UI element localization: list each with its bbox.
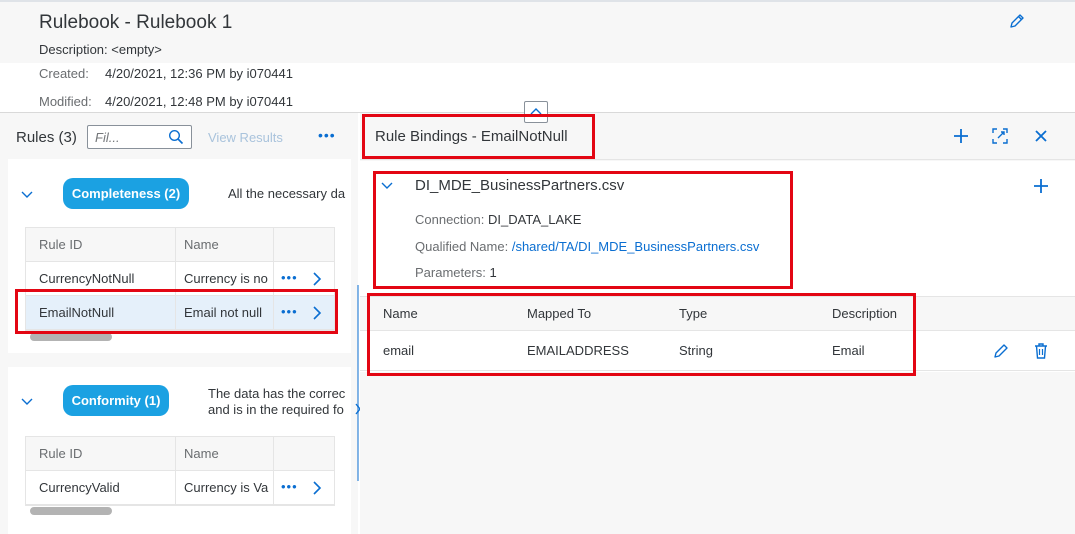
rule-bindings-title: Rule Bindings - EmailNotNull (375, 128, 568, 145)
rule-bindings-panel: Rule Bindings - EmailNotNull DI_MDE_Busi… (360, 113, 1075, 534)
table-row[interactable]: CurrencyValid Currency is Va ••• (26, 471, 334, 505)
category-badge-conformity[interactable]: Conformity (1) (63, 385, 169, 416)
search-icon[interactable] (168, 129, 184, 145)
rule-id-cell: CurrencyNotNull (39, 271, 135, 286)
column-header-mapped-to: Mapped To (527, 306, 592, 321)
column-header-name: Name (383, 306, 418, 321)
table-row-selected[interactable]: EmailNotNull Email not null ••• (26, 296, 334, 330)
chevron-down-icon[interactable] (380, 178, 394, 192)
filter-input[interactable] (95, 129, 163, 145)
category-description-line: The data has the correc (208, 386, 346, 401)
page-title: Rulebook - Rulebook 1 (39, 12, 233, 33)
rule-name-cell: Currency is Va (184, 480, 269, 495)
splitter-bar[interactable] (357, 285, 359, 481)
rules-toolbar: Rules (3) View Results ••• (0, 113, 351, 159)
parameter-mapping-table: Name Mapped To Type Description email EM… (360, 296, 1075, 372)
type-cell: String (679, 343, 713, 358)
created-label: Created: (39, 66, 89, 81)
plus-icon[interactable] (1032, 177, 1050, 195)
column-divider (175, 228, 176, 262)
modified-label: Modified: (39, 94, 92, 109)
category-description: The data has the correc and is in the re… (208, 386, 345, 418)
connection-label: Connection: (415, 212, 485, 227)
rules-panel: Rules (3) View Results ••• Completeness … (0, 113, 351, 534)
view-results-button[interactable]: View Results (208, 130, 283, 145)
binding-file-name: DI_MDE_BusinessPartners.csv (415, 177, 625, 194)
table-header-row: Name Mapped To Type Description (360, 296, 1075, 331)
chevron-down-icon[interactable] (19, 393, 35, 409)
column-divider (273, 471, 274, 505)
rulebook-description: Description: <empty> (39, 42, 162, 57)
horizontal-scrollbar[interactable] (30, 507, 112, 515)
rule-id-cell: EmailNotNull (39, 305, 115, 320)
column-divider (273, 437, 274, 471)
column-divider (175, 262, 176, 296)
column-divider (915, 297, 916, 331)
column-divider (175, 471, 176, 505)
row-more-button[interactable]: ••• (281, 262, 298, 296)
table-header-row: Rule ID Name (26, 228, 334, 262)
column-divider (273, 228, 274, 262)
rule-bindings-toolbar: Rule Bindings - EmailNotNull (360, 113, 1075, 160)
rules-table: Rule ID Name CurrencyValid Currency is V… (25, 436, 335, 506)
column-header-rule-id: Rule ID (39, 446, 83, 461)
pencil-icon[interactable] (992, 342, 1010, 360)
qualified-name-property: Qualified Name: /shared/TA/DI_MDE_Busine… (415, 239, 759, 254)
row-more-button[interactable]: ••• (281, 471, 298, 505)
table-row[interactable]: CurrencyNotNull Currency is no ••• (26, 262, 334, 296)
category-badge-completeness[interactable]: Completeness (2) (63, 178, 189, 209)
qualified-name-link[interactable]: /shared/TA/DI_MDE_BusinessPartners.csv (512, 239, 760, 254)
collapse-header-button[interactable] (524, 101, 548, 123)
modified-value: 4/20/2021, 12:48 PM by i070441 (105, 94, 293, 109)
column-divider (175, 296, 176, 330)
category-description-line: and is in the required fo (208, 402, 344, 417)
chevron-up-icon (530, 108, 542, 115)
column-header-name: Name (184, 446, 219, 461)
column-divider (273, 262, 274, 296)
parameters-property: Parameters: 1 (415, 265, 497, 280)
chevron-right-icon[interactable] (310, 480, 324, 496)
parameter-name-cell: email (383, 343, 415, 358)
column-header-name: Name (184, 237, 219, 252)
rules-title: Rules (3) (16, 129, 77, 146)
chevron-right-icon[interactable] (310, 271, 324, 287)
more-options-button[interactable]: ••• (318, 127, 336, 143)
table-header-row: Rule ID Name (26, 437, 334, 471)
modified-row: Modified: 4/20/2021, 12:48 PM by i070441 (39, 94, 293, 109)
pencil-icon[interactable] (1008, 12, 1026, 30)
plus-icon[interactable] (952, 127, 970, 145)
filter-field[interactable] (87, 125, 192, 149)
created-value: 4/20/2021, 12:36 PM by i070441 (105, 66, 293, 81)
column-header-type: Type (679, 306, 708, 321)
connection-property: Connection: DI_DATA_LAKE (415, 212, 581, 227)
column-header-description: Description (832, 306, 898, 321)
category-card-conformity: Conformity (1) The data has the correc a… (8, 367, 351, 534)
table-row[interactable]: email EMAILADDRESS String Email (360, 331, 1075, 371)
chevron-right-icon[interactable] (310, 305, 324, 321)
close-icon[interactable] (1032, 127, 1050, 145)
column-divider (175, 437, 176, 471)
mapped-to-cell: EMAILADDRESS (527, 343, 629, 358)
created-row: Created: 4/20/2021, 12:36 PM by i070441 (39, 66, 293, 81)
description-cell: Email (832, 343, 865, 358)
category-card-completeness: Completeness (2) All the necessary da Ru… (8, 159, 351, 353)
column-divider (273, 296, 274, 330)
qualified-name-label: Qualified Name: (415, 239, 509, 254)
row-more-button[interactable]: ••• (281, 296, 298, 330)
rule-name-cell: Currency is no (184, 271, 268, 286)
binding-details: DI_MDE_BusinessPartners.csv Connection: … (360, 161, 1075, 298)
parameters-label: Parameters: (415, 265, 486, 280)
rules-table: Rule ID Name CurrencyNotNull Currency is… (25, 227, 335, 331)
trash-icon[interactable] (1032, 342, 1050, 360)
rule-name-cell: Email not null (184, 305, 263, 320)
rule-id-cell: CurrencyValid (39, 480, 120, 495)
horizontal-scrollbar[interactable] (30, 333, 112, 341)
chevron-down-icon[interactable] (19, 186, 35, 202)
parameters-value: 1 (489, 265, 497, 280)
connection-value: DI_DATA_LAKE (488, 212, 582, 227)
category-description: All the necessary da (228, 186, 346, 201)
column-header-rule-id: Rule ID (39, 237, 83, 252)
expand-icon[interactable] (991, 127, 1009, 145)
